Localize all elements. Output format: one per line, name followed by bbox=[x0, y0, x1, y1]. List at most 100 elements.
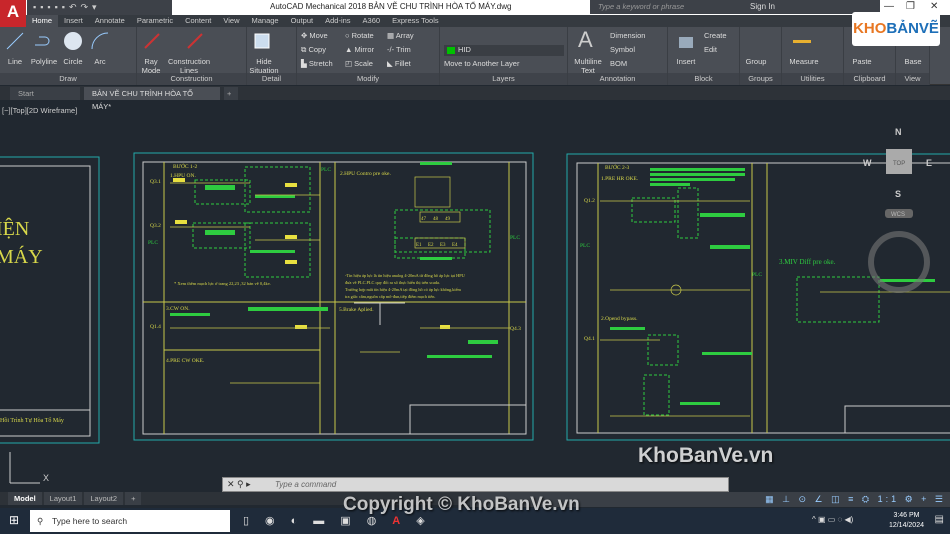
tab-annotate[interactable]: Annotate bbox=[89, 15, 131, 27]
tab-insert[interactable]: Insert bbox=[58, 15, 89, 27]
rotate-button[interactable]: ○ Rotate bbox=[345, 31, 374, 40]
insert-block-icon bbox=[679, 37, 693, 48]
taskbar-search[interactable]: ⚲ Type here to search bbox=[30, 510, 230, 532]
tab-model[interactable]: Model bbox=[8, 492, 42, 505]
tab-view[interactable]: View bbox=[217, 15, 245, 27]
section-label: 3.MIV Diff pre oke. bbox=[779, 258, 836, 266]
compass-s[interactable]: S bbox=[895, 189, 901, 199]
ribbon: Line Polyline Circle Arc Draw Ray Mode C… bbox=[0, 27, 950, 85]
groups-panel-label[interactable]: Groups bbox=[740, 73, 781, 85]
detail-panel-label[interactable]: Detail bbox=[247, 73, 296, 85]
groups-panel: Group Groups bbox=[740, 27, 782, 85]
left-sheet-title-2: MÁY bbox=[0, 245, 43, 268]
edit-block-button[interactable]: Edit bbox=[704, 45, 717, 54]
move-button[interactable]: ✥ Move bbox=[301, 31, 328, 40]
measure-button[interactable]: Measure bbox=[786, 57, 822, 66]
utilities-panel: Measure Utilities bbox=[782, 27, 844, 85]
hide-situation-icon bbox=[254, 33, 270, 49]
annotation-scale[interactable]: 1:1 bbox=[878, 494, 900, 504]
windows-start-icon[interactable]: ⊞ bbox=[9, 513, 19, 527]
add-layout-button[interactable]: + bbox=[125, 492, 142, 505]
compass-e[interactable]: E bbox=[926, 158, 932, 168]
sheet-frame-1 bbox=[133, 152, 534, 441]
block-panel-label[interactable]: Block bbox=[668, 73, 739, 85]
tab-manage[interactable]: Manage bbox=[245, 15, 284, 27]
start-tab[interactable]: Start bbox=[10, 87, 80, 100]
tab-home[interactable]: Home bbox=[26, 15, 59, 27]
symbol-button[interactable]: Symbol bbox=[610, 45, 635, 54]
annotation-panel-label[interactable]: Annotation bbox=[568, 73, 667, 85]
group-button[interactable]: Group bbox=[742, 57, 770, 66]
close-command-icon[interactable]: ✕ ⚲ ▸ bbox=[227, 479, 251, 490]
draw-panel-label[interactable]: Draw bbox=[0, 73, 136, 85]
move-to-another-layer-button[interactable]: Move to Another Layer bbox=[444, 59, 519, 68]
layer-dropdown[interactable]: HID bbox=[444, 45, 564, 56]
application-menu-button[interactable]: A bbox=[0, 0, 26, 28]
dimension-button[interactable]: Dimension bbox=[610, 31, 645, 40]
system-tray[interactable]: ^ ▣ ▭ ◌ ◀) bbox=[812, 515, 853, 524]
viewcube-top-label[interactable]: TOP bbox=[893, 161, 905, 167]
stretch-button[interactable]: ▙ Stretch bbox=[301, 59, 333, 68]
tab-parametric[interactable]: Parametric bbox=[131, 15, 179, 27]
clipboard-panel-label[interactable]: Clipboard bbox=[844, 73, 895, 85]
clock[interactable]: 3:46 PM 12/14/2024 bbox=[889, 511, 924, 531]
array-button[interactable]: ▦ Array bbox=[387, 31, 414, 40]
plc-label: PLC bbox=[752, 272, 762, 278]
layers-panel-label[interactable]: Layers bbox=[440, 73, 567, 85]
ribbon-tabs: Home Insert Annotate Parametric Content View M… bbox=[26, 15, 950, 27]
viewport-controls[interactable]: [−][Top][2D Wireframe] bbox=[2, 106, 77, 115]
paste-button[interactable]: Paste bbox=[848, 57, 876, 66]
tab-output[interactable]: Output bbox=[285, 15, 320, 27]
copy-button[interactable]: ⧉ Copy bbox=[301, 45, 326, 55]
tab-content[interactable]: Content bbox=[179, 15, 217, 27]
multiline-text-icon: A bbox=[578, 27, 593, 52]
annotation-panel: A Multiline Text Dimension Symbol BOM An… bbox=[568, 27, 668, 85]
base-button[interactable]: Base bbox=[898, 57, 928, 66]
polyline-button[interactable]: Polyline bbox=[28, 57, 60, 66]
plc-label: PLC bbox=[321, 167, 331, 173]
sheet-border-2 bbox=[576, 162, 950, 434]
insert-button[interactable]: Insert bbox=[672, 57, 700, 66]
line-button[interactable]: Line bbox=[4, 57, 26, 66]
tab-layout1[interactable]: Layout1 bbox=[43, 492, 83, 505]
close-icon[interactable]: ✕ bbox=[930, 1, 938, 12]
view-panel-label[interactable]: View bbox=[896, 73, 929, 85]
new-tab-button[interactable]: + bbox=[224, 87, 238, 100]
step-label: BƯỚC 1-2 bbox=[173, 162, 198, 170]
plc-label: PLC bbox=[510, 235, 520, 241]
tab-a360[interactable]: A360 bbox=[357, 15, 387, 27]
bom-button[interactable]: BOM bbox=[610, 59, 627, 68]
quick-access-toolbar[interactable]: ▪▪▪▪▪↶↷▾ bbox=[27, 0, 172, 15]
drawing-canvas[interactable]: IỆN MÁY Hồi Trình Tự Hòa Tổ Máy BƯỚC 1-2… bbox=[0, 100, 950, 492]
modify-panel-label[interactable]: Modify bbox=[297, 73, 439, 85]
command-input[interactable]: Type a command bbox=[275, 480, 336, 489]
minimize-icon[interactable]: — bbox=[884, 1, 894, 12]
create-block-button[interactable]: Create bbox=[704, 31, 727, 40]
circle-icon bbox=[64, 32, 82, 50]
tab-express-tools[interactable]: Express Tools bbox=[386, 15, 445, 27]
mirror-button[interactable]: ▲ Mirror bbox=[345, 45, 374, 54]
compass-n[interactable]: N bbox=[895, 127, 902, 137]
io-label: Q3.2 bbox=[150, 223, 161, 229]
arc-button[interactable]: Arc bbox=[90, 57, 110, 66]
restore-icon[interactable]: ❐ bbox=[906, 1, 915, 12]
tab-add-ins[interactable]: Add-ins bbox=[319, 15, 356, 27]
help-search-input[interactable]: Type a keyword or phrase bbox=[590, 0, 730, 14]
copyright-watermark: Copyright © KhoBanVe.vn bbox=[343, 494, 580, 515]
notification-icon[interactable]: ▤ bbox=[935, 514, 944, 525]
drawing-tab[interactable]: BẢN VẼ CHU TRÌNH HÒA TỔ MÁY* bbox=[84, 87, 220, 111]
terminal-label: E3 bbox=[440, 243, 446, 248]
command-line[interactable]: ✕ ⚲ ▸ Type a command bbox=[222, 477, 729, 492]
trim-button[interactable]: -/- Trim bbox=[387, 45, 411, 54]
circle-button[interactable]: Circle bbox=[60, 57, 86, 66]
note-text: -Tín hiệu áp lực là tín hiệu analog 4-20… bbox=[345, 273, 466, 278]
fillet-button[interactable]: ◣ Fillet bbox=[387, 59, 411, 68]
utilities-panel-label[interactable]: Utilities bbox=[782, 73, 843, 85]
modify-panel: ✥ Move ○ Rotate ▦ Array ⧉ Copy ▲ Mirror … bbox=[297, 27, 440, 85]
note-text: tra giắc cắm,nguồn cấp mô-đun,tiếp điểm … bbox=[345, 294, 435, 300]
scale-button[interactable]: ◰ Scale bbox=[345, 59, 373, 68]
construction-panel-label[interactable]: Construction bbox=[137, 73, 246, 85]
tab-layout2[interactable]: Layout2 bbox=[84, 492, 124, 505]
compass-w[interactable]: W bbox=[863, 158, 872, 168]
search-icon: ⚲ bbox=[37, 516, 44, 526]
